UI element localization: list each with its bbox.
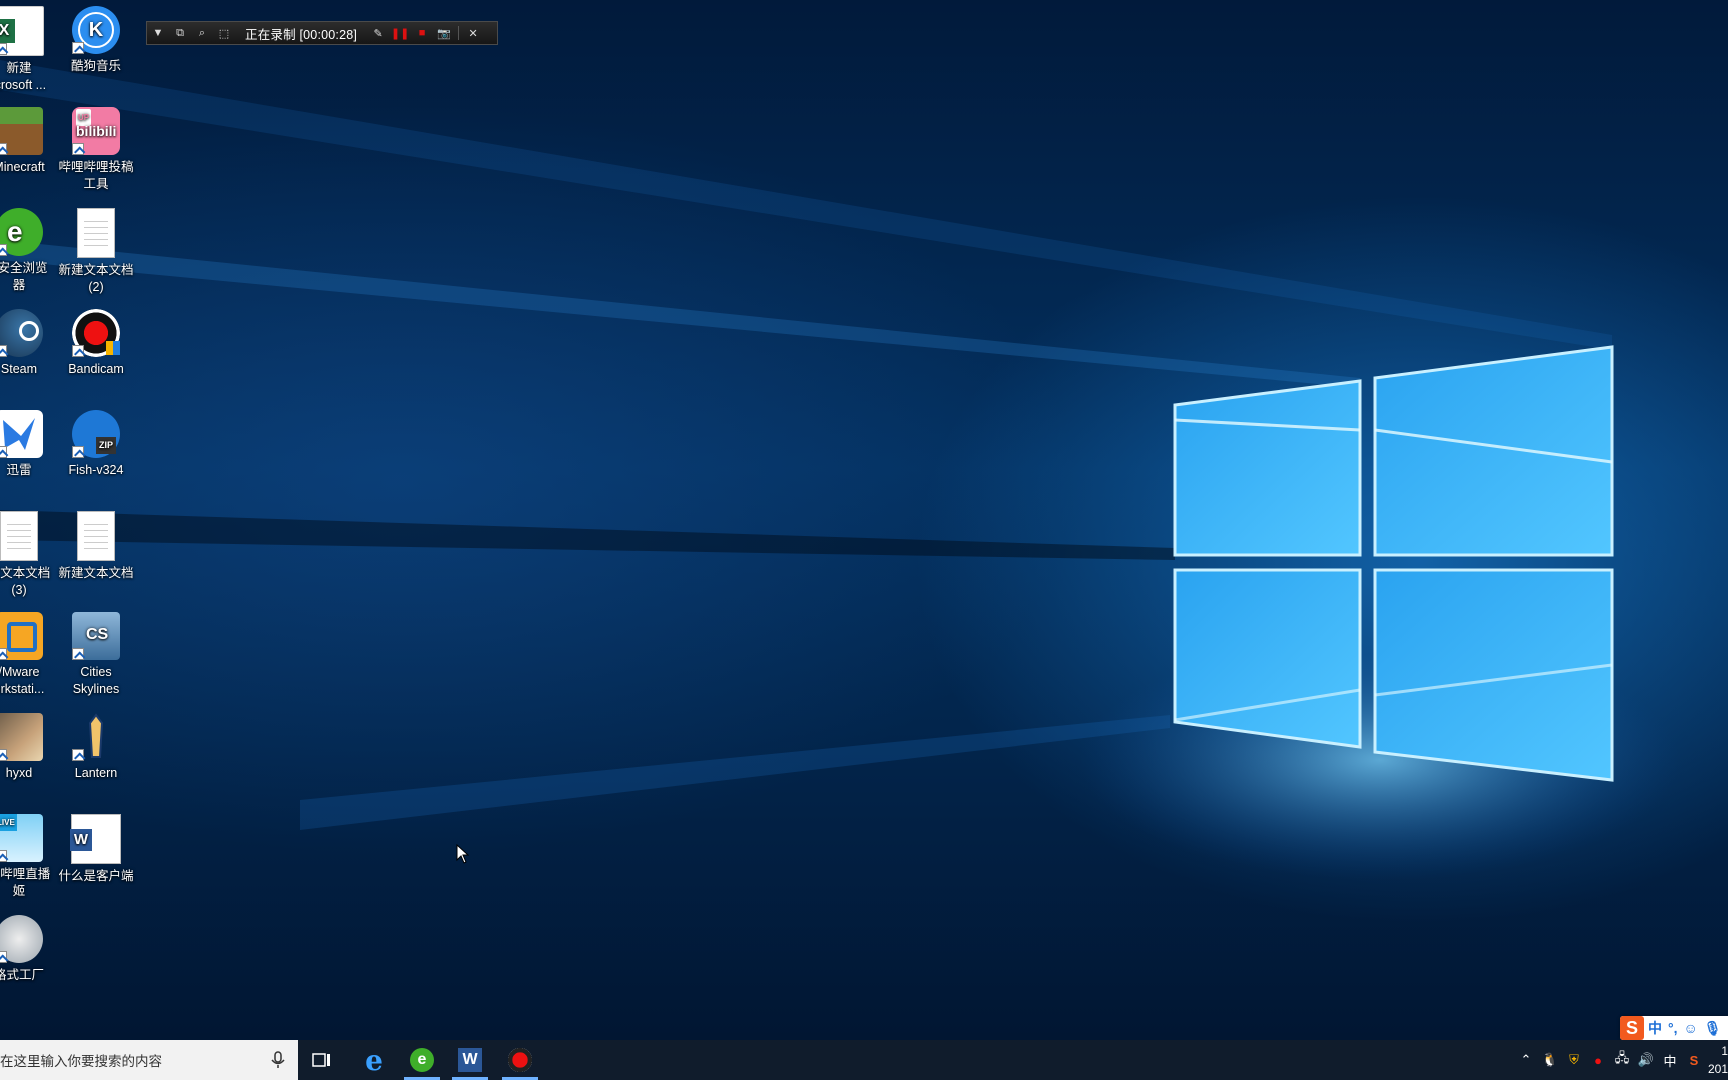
desktop-icon-lantern[interactable]: Lantern <box>53 707 139 782</box>
360-browser-button[interactable]: e <box>398 1040 446 1080</box>
bandicam-button[interactable] <box>496 1040 544 1080</box>
camera-icon[interactable]: 📷 <box>433 22 455 44</box>
minecraft-icon <box>0 107 43 155</box>
desktop-icon-bandicam[interactable]: Bandicam <box>53 303 139 378</box>
excel-icon: X <box>0 6 44 56</box>
zoom-icon[interactable]: ⌕ <box>191 22 213 44</box>
sogou-tray-icon[interactable]: S <box>1682 1040 1706 1080</box>
security-shield-icon[interactable]: ⛨ <box>1562 1040 1586 1080</box>
qq-icon[interactable]: 🐧 <box>1538 1040 1562 1080</box>
desktop-icon-label: 哔哩哔哩投稿 工具 <box>58 160 134 191</box>
bilibili-live-icon: LIVE <box>0 814 43 862</box>
word-document-icon: W <box>70 814 121 864</box>
input-language[interactable]: 中 <box>1658 1040 1682 1080</box>
edge-button[interactable]: e <box>350 1040 398 1080</box>
record-icon[interactable]: ● <box>1586 1040 1610 1080</box>
clock[interactable]: 1 201 <box>1706 1042 1728 1078</box>
edge-icon: e <box>365 1043 383 1077</box>
desktop-wallpaper <box>0 0 1728 1040</box>
clock-time: 1 <box>1721 1044 1728 1058</box>
volume-icon[interactable]: 🔊 <box>1634 1040 1658 1080</box>
taskbar-search[interactable]: 在这里输入你要搜索的内容 <box>0 1040 298 1080</box>
desktop-icon-label: 新建文本文档 <box>58 566 134 580</box>
bandicam-icon <box>508 1048 532 1072</box>
desktop-icon-label: Bandicam <box>68 362 124 376</box>
word-icon: W <box>458 1048 482 1072</box>
text-document-icon <box>0 511 38 561</box>
word-button[interactable]: W <box>446 1040 494 1080</box>
desktop-icon-format-factory[interactable]: 格式工厂 <box>0 909 62 984</box>
desktop-icon-cities-skylines[interactable]: CS Cities Skylines <box>53 606 139 698</box>
mouse-cursor-icon <box>456 843 470 869</box>
close-icon[interactable]: ✕ <box>462 22 484 44</box>
desktop-icon-label: 酷狗音乐 <box>70 59 121 73</box>
format-factory-icon <box>0 915 43 963</box>
desktop-icon-word-document[interactable]: W 什么是客户端 <box>53 808 139 885</box>
desktop-icon-text-document[interactable]: 新建文本文档 <box>53 505 139 582</box>
sogou-icon[interactable]: S <box>1620 1016 1644 1040</box>
task-view-icon <box>312 1053 330 1067</box>
window-mode-icon[interactable]: ⧉ <box>169 22 191 44</box>
stop-icon[interactable]: ■ <box>411 22 433 44</box>
chevron-up-icon[interactable]: ⌃ <box>1514 1040 1538 1080</box>
desktop-icon-bilibili-upload[interactable]: UP bilibili 哔哩哔哩投稿 工具 <box>53 101 139 193</box>
lantern-icon <box>72 713 120 761</box>
hyxd-game-icon <box>0 713 43 761</box>
cities-skylines-icon: CS <box>72 612 120 660</box>
clock-date: 201 <box>1707 1062 1728 1076</box>
desktop-icon-fish-zip[interactable]: ZIP Fish-v324 <box>53 404 139 479</box>
recording-toolbar: ▼ ⧉ ⌕ ⬚ 正在录制 [00:00:28] ✎ ❚❚ ■ 📷 ✕ <box>146 21 498 45</box>
bilibili-upload-icon: UP bilibili <box>72 107 120 155</box>
taskbar: 在这里输入你要搜索的内容 e e W ⌃ 🐧 ⛨ ● 🖧 🔊 中 S 1 201 <box>0 1040 1728 1080</box>
kugou-icon: K <box>72 6 120 54</box>
desktop-icon-label: 格式工厂 <box>0 968 44 982</box>
360-browser-icon: e <box>410 1048 434 1072</box>
text-document-icon <box>77 208 115 258</box>
desktop-icon-text-document-2[interactable]: 新建文本文档 (2) <box>53 202 139 296</box>
desktop-icon-label: 什么是客户端 <box>58 869 134 883</box>
emoji-icon[interactable]: ☺ <box>1684 1020 1698 1036</box>
desktop-icon-label: Lantern <box>74 766 118 780</box>
system-tray: ⌃ 🐧 ⛨ ● 🖧 🔊 中 S 1 201 <box>1514 1040 1728 1080</box>
desktop-icon-label: 新建文本文档 (2) <box>58 263 134 294</box>
vmware-icon <box>0 612 43 660</box>
text-document-icon <box>77 511 115 561</box>
mic-icon[interactable]: 🎙 <box>1704 1020 1722 1037</box>
dropdown-arrow-icon[interactable]: ▼ <box>147 22 169 44</box>
ime-lang[interactable]: 中 <box>1648 1018 1662 1038</box>
zip-archive-icon: ZIP <box>72 410 120 458</box>
microphone-icon[interactable] <box>268 1050 288 1070</box>
search-placeholder[interactable]: 在这里输入你要搜索的内容 <box>0 1050 162 1070</box>
desktop-icon-kugou[interactable]: K 酷狗音乐 <box>53 0 139 75</box>
ime-punct[interactable]: °, <box>1668 1020 1678 1036</box>
desktop-icon-label: Fish-v324 <box>68 463 124 477</box>
ime-toolbar[interactable]: S 中 °, ☺ 🎙 <box>1620 1016 1728 1040</box>
recording-status: 正在录制 [00:00:28] <box>245 27 358 42</box>
pencil-icon[interactable]: ✎ <box>367 22 389 44</box>
360-browser-icon: e <box>0 208 43 256</box>
steam-icon <box>0 309 43 357</box>
network-icon[interactable]: 🖧 <box>1610 1040 1634 1080</box>
bandicam-icon <box>72 309 120 357</box>
pause-icon[interactable]: ❚❚ <box>389 22 411 44</box>
desktop-icon-label: Cities Skylines <box>72 665 120 696</box>
task-view-button[interactable] <box>298 1040 346 1080</box>
fullscreen-icon[interactable]: ⬚ <box>213 22 235 44</box>
xunlei-icon <box>0 410 43 458</box>
